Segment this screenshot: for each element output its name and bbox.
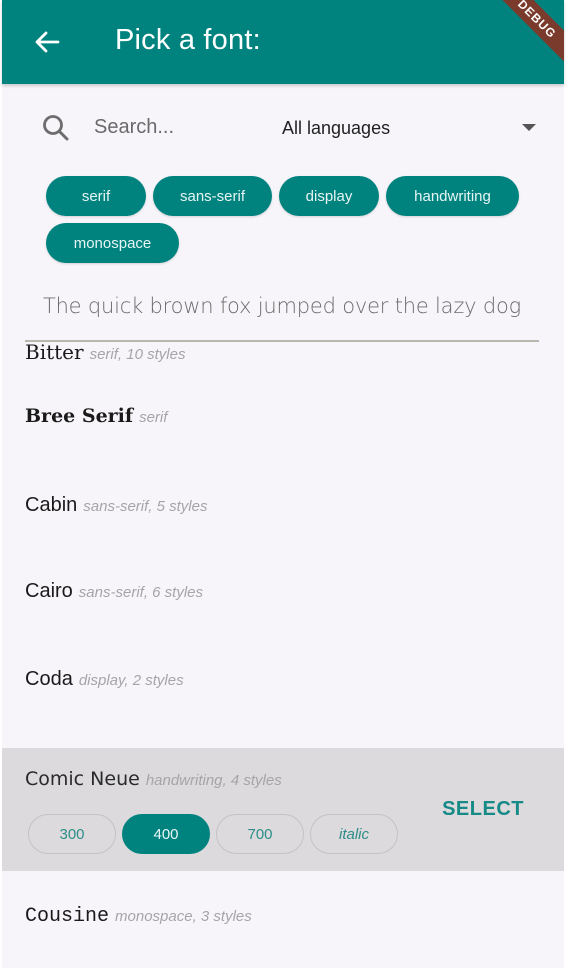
font-meta: serif bbox=[139, 409, 168, 426]
font-name: Cousine bbox=[25, 905, 110, 928]
font-meta: serif, 10 styles bbox=[89, 346, 186, 363]
font-variants: 300 400 700 italic bbox=[28, 814, 398, 854]
font-meta: display, 2 styles bbox=[78, 672, 184, 689]
search-input[interactable] bbox=[94, 112, 254, 142]
font-list-item[interactable]: Cousine monospace, 3 styles bbox=[2, 871, 564, 966]
variant-700-button[interactable]: 700 bbox=[216, 814, 304, 854]
variant-italic-button[interactable]: italic bbox=[310, 814, 398, 854]
chip-sans-serif[interactable]: sans-serif bbox=[153, 176, 272, 216]
preview-text-input[interactable] bbox=[25, 286, 539, 326]
font-picker-screen: Pick a font: DEBUG All languages serif s… bbox=[0, 0, 570, 968]
back-button[interactable] bbox=[32, 28, 62, 56]
arrow-left-icon bbox=[35, 31, 60, 53]
chip-handwriting[interactable]: handwriting bbox=[386, 176, 519, 216]
language-dropdown[interactable]: All languages bbox=[282, 114, 542, 144]
variant-300-button[interactable]: 300 bbox=[28, 814, 116, 854]
font-meta: monospace, 3 styles bbox=[115, 908, 252, 925]
font-list-item-selected[interactable]: Comic Neue handwriting, 4 styles 300 400 … bbox=[2, 748, 564, 871]
chip-serif[interactable]: serif bbox=[46, 176, 146, 216]
font-list-item[interactable]: Cairo sans-serif, 6 styles bbox=[2, 577, 564, 665]
chip-display[interactable]: display bbox=[279, 176, 379, 216]
search-row: All languages bbox=[0, 100, 564, 156]
font-list-item[interactable]: Bitter serif, 10 styles bbox=[2, 338, 564, 402]
font-list-item[interactable]: Coda display, 2 styles bbox=[2, 665, 564, 748]
page-title: Pick a font: bbox=[115, 24, 261, 56]
font-list[interactable]: Bitter serif, 10 styles Bree Serif serif C… bbox=[2, 338, 564, 966]
font-list-item[interactable]: Cabin sans-serif, 5 styles bbox=[2, 490, 564, 577]
font-name: Comic Neue bbox=[25, 768, 140, 790]
screen-edge-right bbox=[564, 0, 570, 968]
debug-banner: DEBUG bbox=[483, 0, 564, 73]
font-meta: sans-serif, 5 styles bbox=[83, 498, 208, 515]
font-meta: sans-serif, 6 styles bbox=[78, 584, 204, 601]
category-chips: serif sans-serif display handwriting mon… bbox=[46, 176, 536, 263]
font-meta: handwriting, 4 styles bbox=[145, 772, 282, 789]
font-name: Coda bbox=[25, 668, 73, 690]
preview-text-field bbox=[25, 286, 539, 342]
app-bar: Pick a font: DEBUG bbox=[2, 0, 564, 84]
language-dropdown-value: All languages bbox=[282, 118, 391, 138]
font-list-item[interactable]: Bree Serif serif bbox=[2, 402, 564, 490]
font-name: Bree Serif bbox=[25, 405, 134, 427]
select-button[interactable]: SELECT bbox=[442, 798, 524, 821]
variant-400-button[interactable]: 400 bbox=[122, 814, 210, 854]
font-name: Cabin bbox=[25, 494, 78, 516]
font-name: Bitter bbox=[25, 340, 84, 364]
search-icon bbox=[43, 115, 69, 141]
dropdown-arrow-icon bbox=[522, 124, 536, 131]
chip-monospace[interactable]: monospace bbox=[46, 223, 179, 263]
font-name: Cairo bbox=[25, 580, 73, 602]
